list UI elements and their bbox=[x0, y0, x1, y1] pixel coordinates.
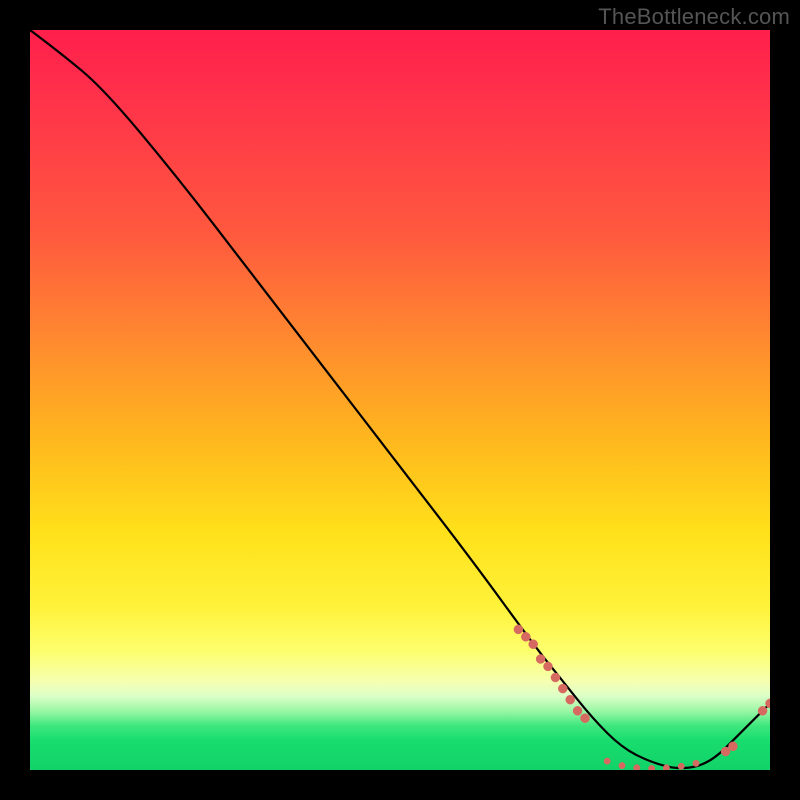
chart-overlay-svg bbox=[30, 30, 770, 770]
watermark-text: TheBottleneck.com bbox=[598, 4, 790, 30]
plot-area bbox=[30, 30, 770, 770]
chart-frame: TheBottleneck.com bbox=[0, 0, 800, 800]
bottleneck-curve bbox=[30, 30, 770, 768]
marker-cluster-descent bbox=[514, 625, 590, 723]
